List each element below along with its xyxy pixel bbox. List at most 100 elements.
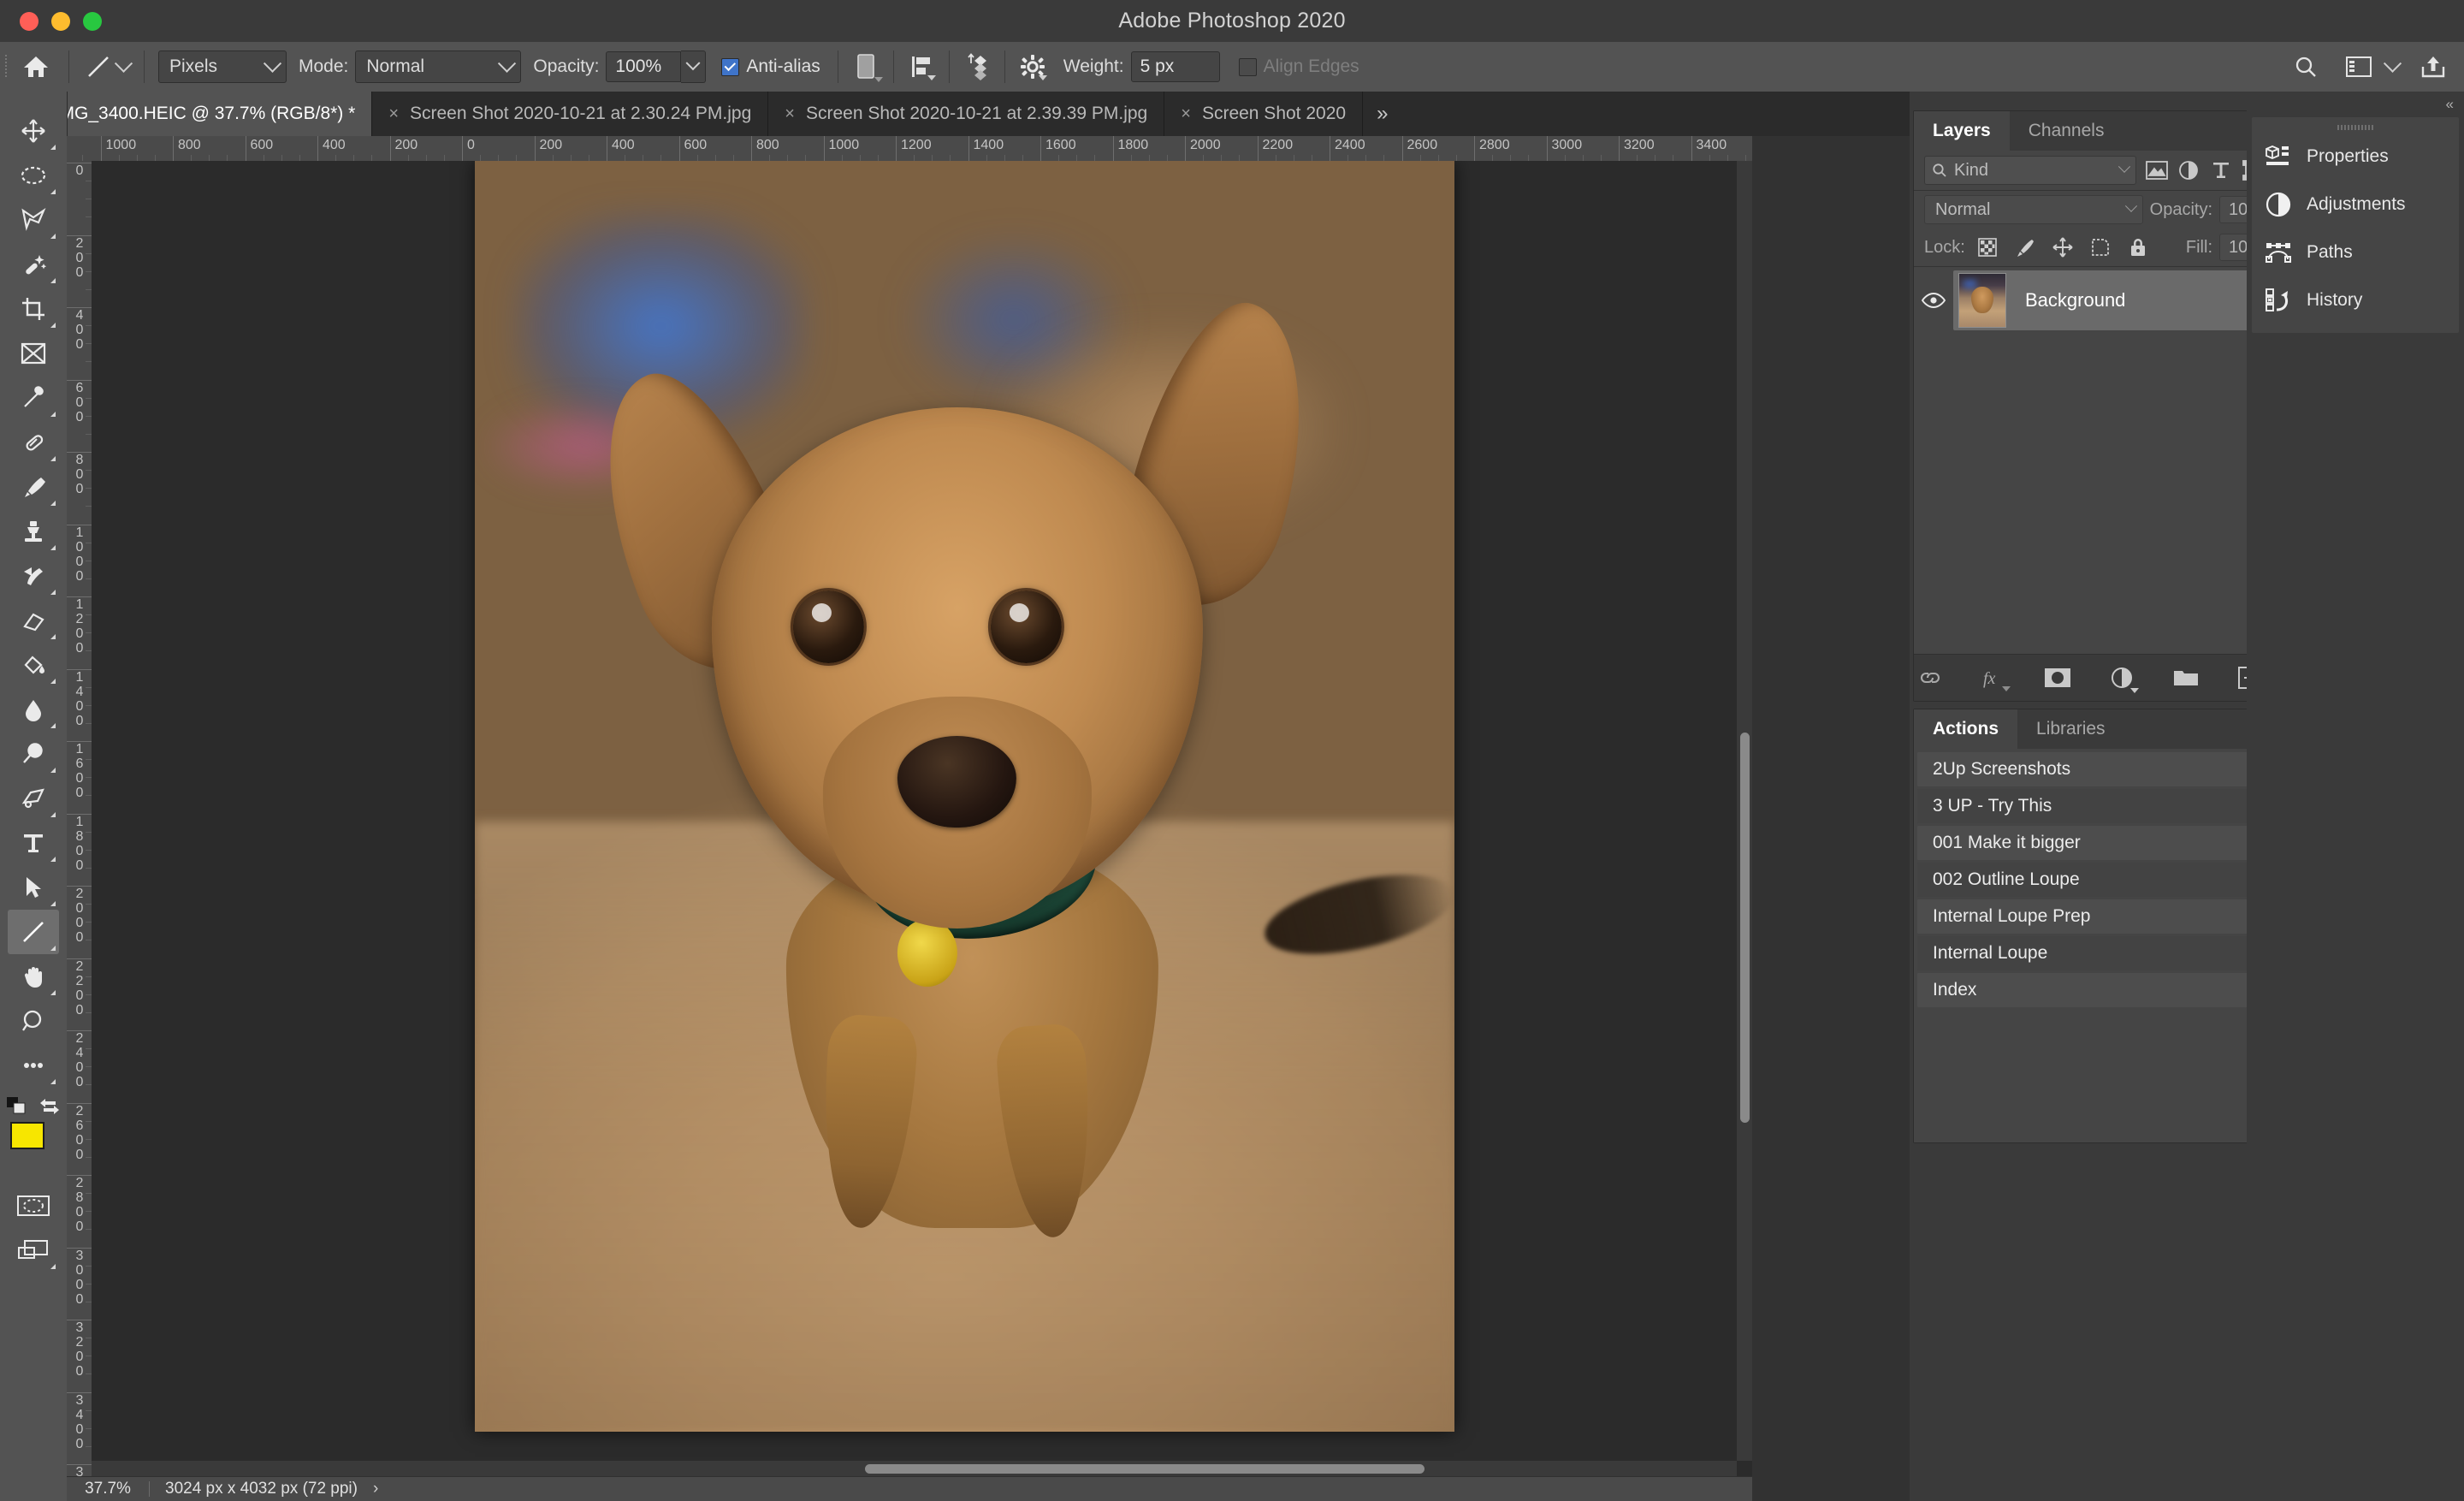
path-selection-tool[interactable] (8, 865, 59, 910)
dodge-tool[interactable] (8, 732, 59, 776)
workspace-icon[interactable] (2340, 48, 2378, 86)
color-swatches[interactable] (7, 1120, 67, 1170)
brush-tool[interactable] (8, 465, 59, 509)
close-tab-icon[interactable]: × (1181, 105, 1191, 122)
path-align-icon[interactable] (903, 48, 940, 86)
screen-mode-icon[interactable] (8, 1228, 59, 1273)
shape-mode-select[interactable]: Pixels (158, 50, 287, 83)
lock-all-icon[interactable] (2123, 234, 2153, 261)
tab-layers[interactable]: Layers (1914, 111, 2010, 151)
layer-visibility-toggle[interactable] (1914, 270, 1953, 330)
document-canvas[interactable] (92, 161, 1752, 1461)
tab-channels[interactable]: Channels (2010, 111, 2123, 151)
gear-icon[interactable] (1014, 48, 1051, 86)
gradient-paint-bucket-tool[interactable] (8, 643, 59, 687)
tab-actions[interactable]: Actions (1914, 709, 2018, 749)
options-bar-grip[interactable] (0, 42, 12, 92)
path-arrange-icon[interactable] (958, 48, 996, 86)
opacity-input[interactable]: 100% (606, 51, 682, 82)
foreground-color-swatch[interactable] (10, 1122, 44, 1149)
opacity-stepper[interactable] (681, 50, 707, 83)
blur-tool[interactable] (8, 687, 59, 732)
home-screen-button[interactable] (12, 42, 60, 92)
pen-tool[interactable] (8, 776, 59, 821)
flyout-indicator (50, 901, 56, 906)
layer-style-fx-icon[interactable]: fx (1978, 661, 2011, 695)
hand-tool[interactable] (8, 954, 59, 999)
document-tab-1[interactable]: × Screen Shot 2020-10-21 at 2.30.24 PM.j… (372, 92, 769, 136)
new-group-icon[interactable] (2169, 661, 2202, 695)
type-tool[interactable] (8, 821, 59, 865)
quick-mask-icon[interactable] (8, 1184, 59, 1228)
align-edges-checkbox-row[interactable]: Align Edges (1238, 56, 1359, 77)
adjustment-filter-icon[interactable] (2177, 156, 2201, 185)
ruler-minor-tick (86, 1120, 92, 1122)
lock-artboard-icon[interactable] (2085, 234, 2116, 261)
type-filter-icon[interactable] (2209, 156, 2233, 185)
anti-alias-checkbox[interactable] (721, 57, 740, 76)
chevron-down-icon[interactable] (2383, 54, 2402, 73)
lasso-tool[interactable] (8, 198, 59, 242)
dock-grip[interactable] (2252, 122, 2459, 133)
magic-wand-tool[interactable] (8, 242, 59, 287)
vertical-ruler[interactable]: 0 200 400 600 800 1000 1200 1400 1600 1800 2000 220… (67, 161, 92, 1501)
tab-libraries[interactable]: Libraries (2017, 709, 2124, 749)
layer-thumbnail[interactable] (1958, 273, 2006, 328)
more-tabs-button[interactable]: » (1363, 92, 1401, 136)
document-window[interactable] (475, 161, 1454, 1432)
ruler-tick-label: 1200 (67, 596, 92, 656)
ruler-minor-tick (86, 397, 92, 399)
close-tab-icon[interactable]: × (785, 105, 795, 122)
zoom-tool[interactable] (8, 999, 59, 1043)
default-colors-icon[interactable] (6, 1096, 28, 1117)
eyedropper-tool[interactable] (8, 376, 59, 420)
frame-tool[interactable] (8, 331, 59, 376)
layer-filter-kind-select[interactable]: Kind (1924, 156, 2136, 185)
move-tool[interactable] (8, 109, 59, 153)
collapse-panels-icon[interactable]: « (2247, 92, 2464, 117)
lock-position-icon[interactable] (2047, 234, 2078, 261)
fill-color-swatch[interactable] (847, 48, 885, 86)
tool-preset-picker[interactable] (78, 50, 135, 84)
spot-healing-brush-tool[interactable] (8, 420, 59, 465)
ruler-minor-tick (1419, 155, 1421, 161)
lock-image-pixels-icon[interactable] (2010, 234, 2040, 261)
canvas-horizontal-scrollbar[interactable] (92, 1461, 1737, 1477)
dock-item-history[interactable]: History (2252, 276, 2459, 324)
document-tab-2[interactable]: × Screen Shot 2020-10-21 at 2.39.39 PM.j… (768, 92, 1165, 136)
opacity-label: Opacity: (533, 56, 600, 76)
crop-tool[interactable] (8, 287, 59, 331)
horizontal-ruler[interactable]: 1200100080060040020002004006008001000120… (67, 136, 1752, 162)
dock-item-properties[interactable]: Properties (2252, 133, 2459, 181)
status-expand-arrow[interactable]: › (373, 1480, 378, 1498)
canvas-vertical-scrollbar[interactable] (1737, 161, 1752, 1461)
blend-mode-select[interactable]: Normal (355, 50, 522, 83)
dock-item-paths[interactable]: Paths (2252, 228, 2459, 276)
anti-alias-checkbox-row[interactable]: Anti-alias (721, 56, 820, 77)
align-edges-checkbox[interactable] (1238, 57, 1257, 76)
swap-colors-icon[interactable] (38, 1096, 61, 1117)
layer-name[interactable]: Background (2025, 289, 2283, 311)
dock-item-adjustments[interactable]: Adjustments (2252, 181, 2459, 228)
pixel-filter-icon[interactable] (2145, 156, 2169, 185)
eraser-tool[interactable] (8, 598, 59, 643)
elliptical-marquee-tool[interactable] (8, 153, 59, 198)
ruler-minor-tick (86, 1229, 92, 1231)
history-brush-tool[interactable] (8, 554, 59, 598)
search-icon[interactable] (2287, 48, 2325, 86)
document-tab-0[interactable]: × IMG_3400.HEIC @ 37.7% (RGB/8*) * (17, 92, 373, 136)
line-tool[interactable] (8, 910, 59, 954)
new-adjustment-layer-icon[interactable] (2106, 661, 2140, 695)
close-tab-icon[interactable]: × (388, 105, 399, 122)
add-layer-mask-icon[interactable] (2041, 661, 2075, 695)
lock-transparent-pixels-icon[interactable] (1972, 234, 2003, 261)
ruler-minor-tick (696, 155, 698, 161)
edit-toolbar-tool[interactable] (8, 1043, 59, 1088)
weight-input[interactable]: 5 px (1130, 51, 1220, 82)
document-tab-3[interactable]: × Screen Shot 2020 (1164, 92, 1364, 136)
clone-stamp-tool[interactable] (8, 509, 59, 554)
zoom-level[interactable]: 37.7% (67, 1480, 149, 1498)
link-layers-icon[interactable] (1914, 661, 1947, 695)
share-icon[interactable] (2414, 48, 2452, 86)
layer-blend-mode-select[interactable]: Normal (1924, 195, 2143, 224)
